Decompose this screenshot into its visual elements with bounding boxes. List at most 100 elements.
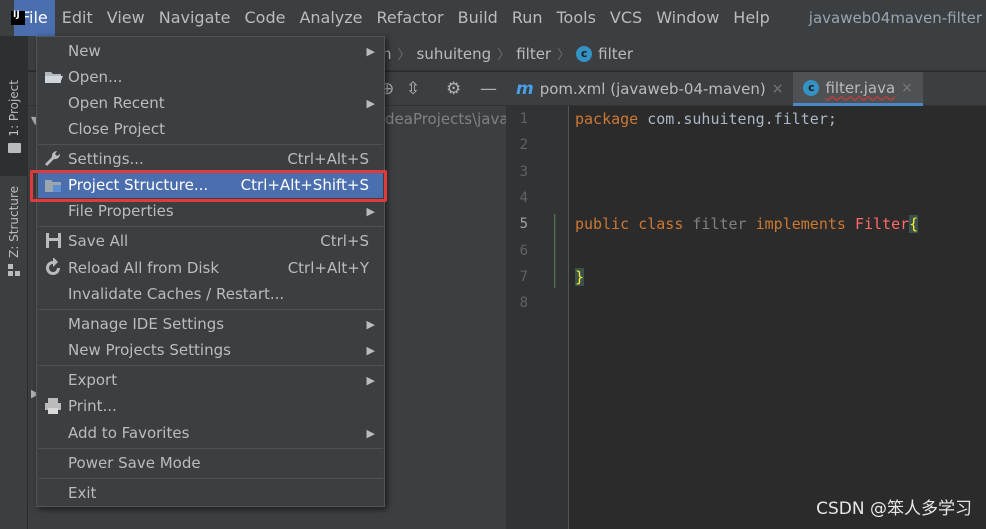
menu-item-label: Open Recent (68, 94, 165, 112)
menu-item-new-projects-settings[interactable]: New Projects Settings ▶ (38, 337, 383, 363)
menu-item-label: Add to Favorites (68, 424, 190, 442)
breadcrumb-item[interactable]: filter (516, 45, 551, 63)
menu-item-add-to-favorites[interactable]: Add to Favorites ▶ (38, 420, 383, 446)
breadcrumb-item[interactable]: suhuiteng (417, 45, 492, 63)
project-tool-tab[interactable]: 1: Project (0, 36, 28, 176)
menu-item-invalidate-caches[interactable]: Invalidate Caches / Restart... (38, 281, 383, 307)
menu-separator (38, 309, 383, 310)
gear-icon[interactable]: ⚙ (446, 79, 461, 99)
menu-separator (38, 144, 383, 145)
hide-icon[interactable]: — (480, 79, 497, 99)
editor-tab-bar: m pom.xml (javaweb-04-maven) × c filter.… (506, 72, 986, 106)
menu-item-print[interactable]: Print... (38, 393, 383, 419)
line-number: 6 (519, 243, 528, 259)
menu-item-save-all[interactable]: Save All Ctrl+S (38, 228, 383, 254)
menu-item-settings[interactable]: Settings... Ctrl+Alt+S (38, 146, 383, 172)
line-number: 7 (519, 269, 528, 285)
print-icon (45, 398, 61, 414)
tab-label: filter.java (825, 78, 896, 97)
menu-navigate[interactable]: Navigate (152, 0, 238, 36)
menu-build[interactable]: Build (451, 0, 505, 36)
structure-tool-label: Z: Structure (7, 186, 21, 258)
watermark: CSDN @笨人多学习 (816, 499, 972, 519)
menu-item-label: Invalidate Caches / Restart... (68, 285, 285, 303)
file-menu-dropdown: New ▶ Open... Open Recent ▶ Close Projec… (36, 36, 385, 507)
code-line-1: package com.suhuiteng.filter; (575, 110, 837, 128)
keyword: package (575, 110, 639, 128)
menu-item-manage-ide-settings[interactable]: Manage IDE Settings ▶ (38, 311, 383, 337)
reload-icon (46, 258, 60, 275)
close-brace: } (575, 268, 585, 286)
editor-gutter: 1 2 3 4 5 6 7 8 (506, 106, 568, 529)
menu-run[interactable]: Run (505, 0, 550, 36)
code-line-7: } (575, 268, 585, 286)
package-name: com.suhuiteng.filter; (638, 110, 837, 128)
menu-item-label: Reload All from Disk (68, 259, 220, 277)
project-tool-label: 1: Project (7, 80, 21, 137)
wrench-icon (45, 150, 61, 166)
menu-item-export[interactable]: Export ▶ (38, 367, 383, 393)
menu-analyze[interactable]: Analyze (292, 0, 369, 36)
tab-label: pom.xml (javaweb-04-maven) (539, 80, 766, 98)
submenu-arrow-icon: ▶ (366, 44, 375, 58)
menu-item-open[interactable]: Open... (38, 64, 383, 90)
left-tool-strip: 1: Project Z: Structure (0, 36, 28, 529)
tab-pom-xml[interactable]: m pom.xml (javaweb-04-maven) × (506, 72, 793, 106)
chevron-right-icon: 〉 (557, 48, 571, 63)
menu-item-label: File Properties (68, 202, 174, 220)
project-root-path[interactable]: deaProjects\java (385, 110, 509, 128)
close-icon[interactable]: × (772, 81, 784, 97)
structure-icon (8, 263, 20, 276)
menu-tools[interactable]: Tools (550, 0, 603, 36)
close-icon[interactable]: × (901, 80, 913, 96)
menu-view[interactable]: View (100, 0, 152, 36)
menu-item-shortcut: Ctrl+Alt+S (287, 150, 369, 168)
collapse-all-icon[interactable]: ⇳ (406, 79, 420, 99)
menu-item-exit[interactable]: Exit (38, 480, 383, 506)
menu-vcs[interactable]: VCS (603, 0, 649, 36)
breadcrumb: n 〉 suhuiteng 〉 filter 〉 c filter (382, 44, 633, 64)
class-name: filter (692, 215, 747, 233)
line-number: 2 (519, 137, 528, 153)
menu-item-shortcut: Ctrl+S (320, 232, 369, 250)
menu-item-label: Exit (68, 484, 97, 502)
structure-tool-tab[interactable]: Z: Structure (0, 186, 28, 296)
folder-open-icon (45, 72, 63, 83)
menu-item-reload-all[interactable]: Reload All from Disk Ctrl+Alt+Y (38, 255, 383, 281)
java-class-icon: c (576, 45, 593, 62)
menu-code[interactable]: Code (238, 0, 293, 36)
breadcrumb-item[interactable]: filter (598, 45, 633, 63)
menu-item-power-save-mode[interactable]: Power Save Mode (38, 450, 383, 476)
menu-separator (38, 226, 383, 227)
menu-edit[interactable]: Edit (55, 0, 100, 36)
submenu-arrow-icon: ▶ (366, 204, 375, 218)
submenu-arrow-icon: ▶ (366, 426, 375, 440)
menu-bar: IJ File Edit View Navigate Code Analyze … (0, 0, 986, 36)
line-number: 1 (519, 111, 528, 127)
menu-item-open-recent[interactable]: Open Recent ▶ (38, 90, 383, 116)
menu-item-label: Settings... (68, 150, 144, 168)
submenu-arrow-icon: ▶ (366, 343, 375, 357)
menu-window[interactable]: Window (649, 0, 726, 36)
menu-item-close-project[interactable]: Close Project (38, 116, 383, 142)
change-marker (554, 214, 556, 288)
code-editor[interactable]: package com.suhuiteng.filter; public cla… (569, 106, 986, 529)
keyword: public (575, 215, 630, 233)
maven-icon: m (516, 79, 534, 99)
menu-item-label: New (68, 42, 101, 60)
code-line-5: public class filter implements Filter{ (575, 215, 919, 233)
submenu-arrow-icon: ▶ (366, 96, 375, 110)
menu-help[interactable]: Help (726, 0, 776, 36)
chevron-right-icon: 〉 (497, 48, 511, 63)
annotation-highlight-box (30, 170, 387, 202)
menu-separator (38, 478, 383, 479)
menu-refactor[interactable]: Refactor (370, 0, 451, 36)
submenu-arrow-icon: ▶ (366, 317, 375, 331)
menu-item-label: Manage IDE Settings (68, 315, 225, 333)
menu-item-label: New Projects Settings (68, 341, 231, 359)
menu-item-new[interactable]: New ▶ (38, 38, 383, 64)
tab-filter-java[interactable]: c filter.java × (793, 72, 923, 106)
open-brace: { (909, 215, 919, 233)
line-number-current: 5 (519, 216, 528, 232)
menu-separator (38, 365, 383, 366)
